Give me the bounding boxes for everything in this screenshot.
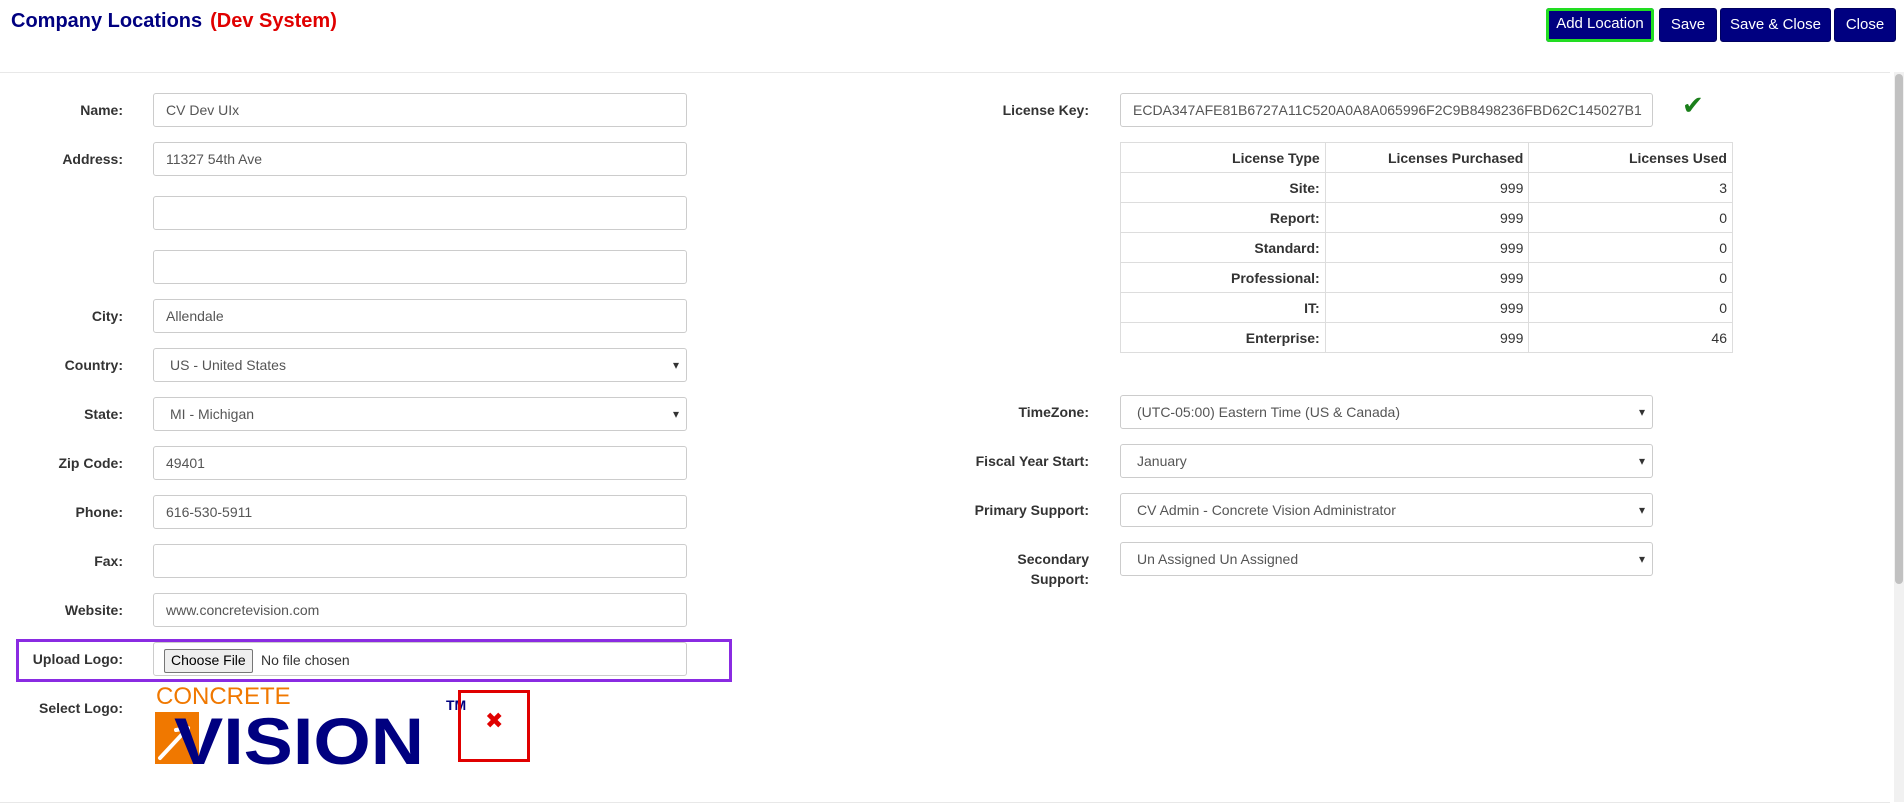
table-row: Professional: 999 0 xyxy=(1120,262,1733,293)
license-type-cell: Professional: xyxy=(1120,262,1326,293)
website-label: Website: xyxy=(64,602,123,618)
save-button[interactable]: Save xyxy=(1659,8,1717,42)
address-line1-field[interactable]: 11327 54th Ave xyxy=(153,142,687,176)
licenses-used-cell: 0 xyxy=(1528,232,1733,263)
fax-label: Fax: xyxy=(94,553,123,569)
licenses-used-cell: 46 xyxy=(1528,322,1733,353)
choose-file-button[interactable]: Choose File xyxy=(164,649,253,673)
address-label: Address: xyxy=(62,151,123,167)
license-type-cell: Enterprise: xyxy=(1120,322,1326,353)
name-field[interactable]: CV Dev UIx xyxy=(153,93,687,127)
licenses-used-cell: 0 xyxy=(1528,292,1733,323)
scrollbar-thumb[interactable] xyxy=(1895,74,1903,584)
timezone-select[interactable]: (UTC-05:00) Eastern Time (US & Canada) xyxy=(1120,395,1653,429)
save-close-button[interactable]: Save & Close xyxy=(1720,8,1831,42)
licenses-purchased-cell: 999 xyxy=(1324,232,1530,263)
license-type-cell: Report: xyxy=(1120,202,1326,233)
licenses-purchased-cell: 999 xyxy=(1324,322,1530,353)
license-type-cell: Site: xyxy=(1120,172,1326,203)
licenses-purchased-cell: 999 xyxy=(1324,172,1530,203)
no-file-text: No file chosen xyxy=(261,652,350,668)
header-divider xyxy=(0,72,1890,73)
license-type-cell: Standard: xyxy=(1120,232,1326,263)
primary-support-select[interactable]: CV Admin - Concrete Vision Administrator xyxy=(1120,493,1653,527)
primary-support-label: Primary Support: xyxy=(974,502,1089,518)
license-table-header: License Type Licenses Purchased Licenses… xyxy=(1120,142,1733,173)
table-row: IT: 999 0 xyxy=(1120,292,1733,323)
page-title: Company Locations (Dev System) xyxy=(11,10,337,33)
country-label: Country: xyxy=(64,357,123,373)
license-key-field[interactable]: ECDA347AFE81B6727A11C520A0A8A065996F2C9B… xyxy=(1120,93,1653,127)
address-line3-field[interactable] xyxy=(153,250,687,284)
secondary-support-select[interactable]: Un Assigned Un Assigned xyxy=(1120,542,1653,576)
licenses-purchased-cell: 999 xyxy=(1324,262,1530,293)
column-header: Licenses Purchased xyxy=(1324,142,1530,173)
address-line2-field[interactable] xyxy=(153,196,687,230)
license-key-label: License Key: xyxy=(1002,102,1089,118)
column-header: License Type xyxy=(1120,142,1326,173)
city-field[interactable]: Allendale xyxy=(153,299,687,333)
name-label: Name: xyxy=(80,102,123,118)
state-label: State: xyxy=(84,406,123,422)
select-logo-label: Select Logo: xyxy=(38,700,123,716)
phone-label: Phone: xyxy=(75,504,123,520)
zip-label: Zip Code: xyxy=(58,455,123,471)
license-type-cell: IT: xyxy=(1120,292,1326,323)
table-row: Site: 999 3 xyxy=(1120,172,1733,203)
env-tag: (Dev System) xyxy=(210,10,337,32)
checkmark-icon: ✔ xyxy=(1682,90,1704,120)
table-row: Standard: 999 0 xyxy=(1120,232,1733,263)
timezone-label: TimeZone: xyxy=(1018,404,1089,420)
zip-field[interactable]: 49401 xyxy=(153,446,687,480)
add-location-button[interactable]: Add Location xyxy=(1546,8,1654,42)
licenses-used-cell: 0 xyxy=(1528,202,1733,233)
fiscal-year-select[interactable]: January xyxy=(1120,444,1653,478)
footer-divider xyxy=(0,802,1890,803)
licenses-used-cell: 0 xyxy=(1528,262,1733,293)
column-header: Licenses Used xyxy=(1528,142,1733,173)
fiscal-year-label: Fiscal Year Start: xyxy=(975,453,1089,469)
licenses-purchased-cell: 999 xyxy=(1324,202,1530,233)
website-field[interactable]: www.concretevision.com xyxy=(153,593,687,627)
licenses-purchased-cell: 999 xyxy=(1324,292,1530,323)
city-label: City: xyxy=(91,308,123,324)
secondary-support-label-line2: Support: xyxy=(1030,571,1089,587)
close-icon: ✖ xyxy=(485,708,504,733)
table-row: Report: 999 0 xyxy=(1120,202,1733,233)
state-select[interactable]: MI - Michigan xyxy=(153,397,687,431)
fax-field[interactable] xyxy=(153,544,687,578)
close-button[interactable]: Close xyxy=(1834,8,1896,42)
license-table: License Type Licenses Purchased Licenses… xyxy=(1120,142,1733,353)
table-row: Enterprise: 999 46 xyxy=(1120,322,1733,353)
secondary-support-label: Secondary xyxy=(1017,551,1089,567)
page-title-text: Company Locations xyxy=(11,10,203,32)
country-select[interactable]: US - United States xyxy=(153,348,687,382)
company-logo-image[interactable]: CONCRETE VISION TM xyxy=(154,686,474,766)
licenses-used-cell: 3 xyxy=(1528,172,1733,203)
phone-field[interactable]: 616-530-5911 xyxy=(153,495,687,529)
upload-logo-label: Upload Logo: xyxy=(32,651,123,667)
logo-text-main: VISION xyxy=(174,704,424,766)
